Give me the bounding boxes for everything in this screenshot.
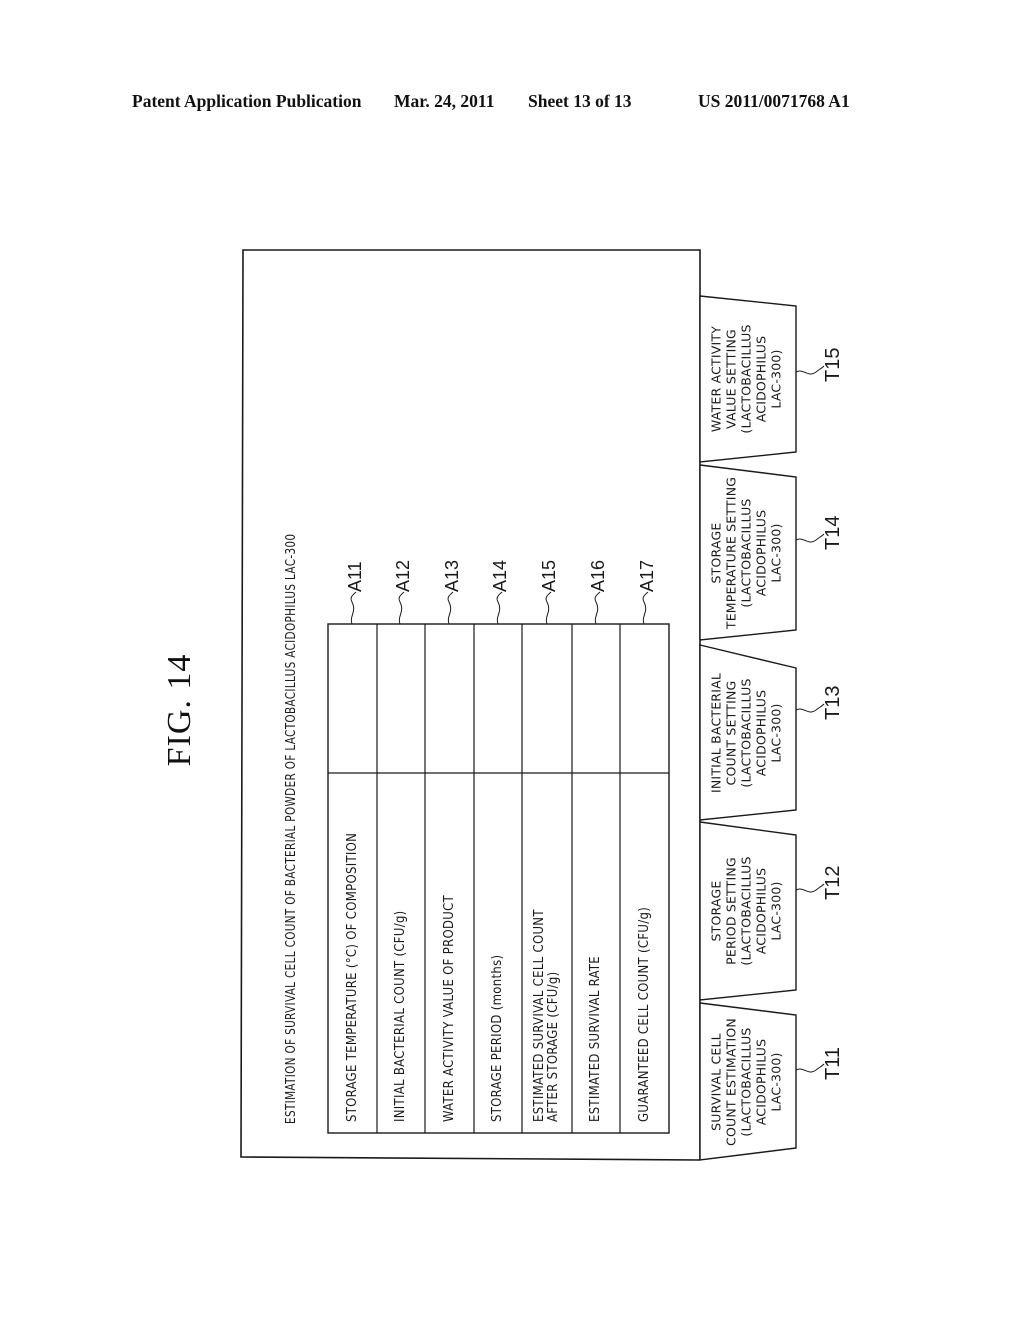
tab-label-line: INITIAL BACTERIAL: [708, 672, 724, 793]
reference-label: A14: [490, 559, 510, 592]
table-value-cell[interactable]: [379, 626, 423, 771]
tab-label-line: LAC-300): [768, 702, 784, 763]
leader-line-t11: [795, 1063, 825, 1073]
table-value-cell[interactable]: [574, 626, 618, 771]
table-label-cell: ESTIMATED SURVIVAL RATE: [588, 956, 603, 1122]
leader-line-t13: [795, 703, 825, 713]
reference-label: T15: [822, 347, 844, 382]
tab-label-line: LAC-300): [768, 881, 784, 941]
tab-label-line: WATER ACTIVITY: [708, 325, 724, 433]
tab-label-line: COUNT SETTING: [723, 680, 739, 785]
tab-label: SURVIVAL CELL COUNT ESTIMATION (LACTOBACIL…: [709, 1018, 784, 1146]
tab-label-line: ACIDOPHILUS: [753, 689, 769, 776]
tab-label-line: ACIDOPHILUS: [753, 1038, 769, 1125]
leader-line-a14: [496, 591, 503, 625]
tab-label: INITIAL BACTERIAL COUNT SETTING (LACTOBACI…: [709, 673, 784, 793]
table-label-cell: STORAGE TEMPERATURE (°C) OF COMPOSITION: [344, 832, 360, 1122]
table-label-cell: INITIAL BACTERIAL COUNT (CFU/g): [393, 910, 408, 1122]
table-value-cell[interactable]: [427, 626, 472, 771]
leader-line-a11: [350, 591, 357, 625]
leader-line-t15: [795, 365, 825, 375]
tab-label-line: (LACTOBACILLUS: [738, 324, 754, 434]
reference-label: A17: [636, 559, 657, 592]
tab-label-line: TEMPERATURE SETTING: [723, 476, 739, 629]
screen-title: ESTIMATION OF SURVIVAL CELL COUNT OF BAC…: [283, 533, 299, 1124]
tab-label-line: PERIOD SETTING: [723, 857, 739, 965]
table-label-line: WATER ACTIVITY VALUE OF PRODUCT: [441, 894, 457, 1122]
table-value-cell[interactable]: [476, 626, 520, 771]
reference-label: A16: [588, 559, 608, 592]
tab-label-line: ACIDOPHILUS: [753, 867, 769, 955]
reference-label: A12: [393, 559, 413, 592]
table-value-cell[interactable]: [330, 626, 375, 771]
tab-label-line: STORAGE: [708, 522, 724, 583]
tab-label-line: SURVIVAL CELL: [708, 1032, 724, 1131]
table-label-line: STORAGE TEMPERATURE (°C) OF COMPOSITION: [344, 832, 360, 1122]
reference-label: T13: [822, 685, 844, 720]
tab-label-line: STORAGE: [708, 880, 724, 942]
tab-label-line: VALUE SETTING: [723, 329, 739, 429]
tab-label: WATER ACTIVITY VALUE SETTING (LACTOBACILLU…: [709, 324, 784, 433]
tab-label-line: ACIDOPHILUS: [753, 335, 769, 423]
tab-label: STORAGE PERIOD SETTING (LACTOBACILLUS ACIDO…: [709, 856, 784, 965]
table-label-line: STORAGE PERIOD (months): [490, 954, 505, 1122]
tab-t12[interactable]: STORAGE PERIOD SETTING (LACTOBACILLUS ACIDO…: [700, 822, 796, 1000]
table-value-cell[interactable]: [524, 626, 570, 771]
reference-label: A11: [344, 561, 365, 592]
leader-line-a13: [447, 591, 454, 625]
table-value-cell[interactable]: [622, 626, 667, 771]
tab-t14[interactable]: STORAGE TEMPERATURE SETTING (LACTOBACILLUS…: [700, 465, 796, 640]
table-label-line: ESTIMATED SURVIVAL CELL COUNT: [532, 909, 547, 1122]
leader-line-t12: [795, 883, 825, 893]
table-label-line: AFTER STORAGE (CFU/g): [546, 971, 561, 1122]
tab-label-line: LAC-300): [768, 349, 784, 409]
tab-label-line: LAC-300): [768, 1051, 784, 1112]
table-label-line: ESTIMATED SURVIVAL RATE: [588, 956, 603, 1122]
reference-label: T14: [822, 515, 844, 550]
tab-t13[interactable]: INITIAL BACTERIAL COUNT SETTING (LACTOBACI…: [700, 645, 796, 820]
tab-label-line: (LACTOBACILLUS: [738, 1026, 754, 1137]
leader-line-a17: [642, 591, 649, 625]
leader-line-a15: [545, 591, 552, 625]
tab-label-line: (LACTOBACILLUS: [738, 677, 754, 788]
tab-label-line: (LACTOBACILLUS: [738, 856, 754, 966]
tab-label-line: LAC-300): [768, 522, 784, 583]
leader-line-a16: [594, 591, 601, 625]
table-label-cell: GUARANTEED CELL COUNT (CFU/g): [636, 906, 652, 1122]
tab-label-line: COUNT ESTIMATION: [723, 1017, 739, 1146]
tab-t11[interactable]: SURVIVAL CELL COUNT ESTIMATION (LACTOBACIL…: [700, 1003, 796, 1160]
tab-label-line: (LACTOBACILLUS: [738, 497, 754, 608]
tab-label: STORAGE TEMPERATURE SETTING (LACTOBACILLUS…: [709, 476, 784, 628]
table-label-cell: STORAGE PERIOD (months): [490, 954, 505, 1122]
table-label-line: GUARANTEED CELL COUNT (CFU/g): [636, 906, 652, 1122]
leader-line-a12: [398, 591, 405, 625]
reference-label: A13: [441, 559, 462, 592]
table-label-cell: WATER ACTIVITY VALUE OF PRODUCT: [441, 894, 457, 1122]
table-label-line: INITIAL BACTERIAL COUNT (CFU/g): [393, 910, 408, 1122]
table-label-cell: ESTIMATED SURVIVAL CELL COUNT AFTER STORA…: [532, 909, 561, 1122]
leader-line-t14: [795, 533, 825, 543]
tab-label-line: ACIDOPHILUS: [753, 509, 769, 596]
reference-label: T11: [822, 1047, 844, 1080]
tab-t15[interactable]: WATER ACTIVITY VALUE SETTING (LACTOBACILLU…: [700, 296, 796, 462]
reference-label: T12: [822, 865, 844, 900]
reference-label: A15: [539, 559, 559, 592]
